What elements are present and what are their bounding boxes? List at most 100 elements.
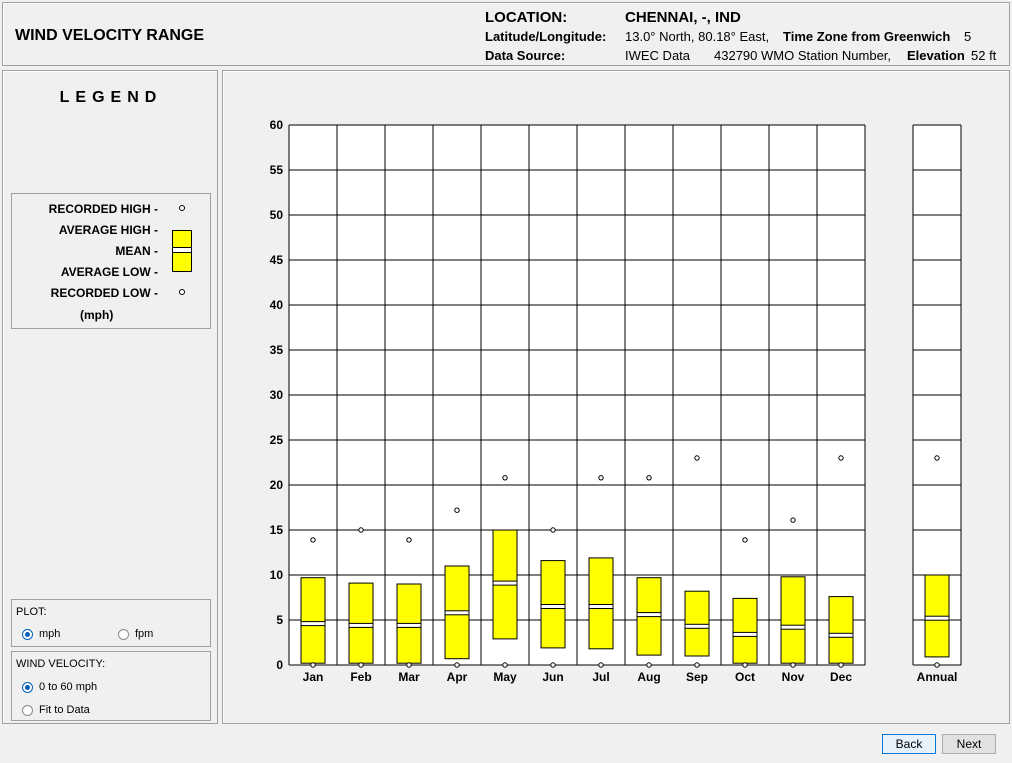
month-aug-recorded-low-point (646, 662, 652, 668)
month-jul-mean-bar (588, 604, 614, 609)
y-tick-label: 40 (270, 298, 284, 312)
month-may-recorded-low-point (502, 662, 508, 668)
radio-selected-icon (22, 628, 33, 640)
legend-title: LEGEND (59, 89, 163, 106)
latlong-value: 13.0° North, 80.18° East, (625, 29, 770, 44)
month-feb-recorded-high-point (358, 527, 364, 533)
wind-velocity-options-box: WIND VELOCITY: 0 to 60 mph Fit to Data (11, 651, 211, 721)
month-jan-range-box (300, 577, 326, 664)
x-tick-label: May (493, 670, 517, 684)
y-tick-label: 5 (276, 613, 283, 627)
wind-velocity-option-0-60-label: 0 to 60 mph (39, 681, 98, 693)
x-tick-label: Apr (447, 670, 468, 684)
month-oct-recorded-high-point (742, 537, 748, 543)
y-tick-label: 35 (270, 343, 284, 357)
wind-velocity-title: WIND VELOCITY: (16, 658, 106, 670)
month-jul-range-box (588, 557, 614, 650)
legend-recorded-high: RECORDED HIGH - (48, 202, 158, 216)
month-jun-mean-bar (540, 604, 566, 609)
x-tick-label: Sep (686, 670, 708, 684)
x-tick-label: Mar (398, 670, 420, 684)
x-tick-label: Aug (637, 670, 660, 684)
month-may-recorded-high-point (502, 475, 508, 481)
radio-unselected-icon (22, 704, 33, 716)
month-jun-recorded-low-point (550, 662, 556, 668)
month-oct-range-box (732, 597, 758, 664)
x-tick-label: Jul (592, 670, 609, 684)
timezone-label: Time Zone from Greenwich (783, 29, 951, 44)
x-tick-label: Dec (830, 670, 852, 684)
annual-recorded-low-point (934, 662, 940, 668)
y-tick-label: 20 (270, 478, 284, 492)
month-sep-range-box (684, 590, 710, 657)
y-tick-label: 0 (276, 658, 283, 672)
y-tick-label: 15 (270, 523, 284, 537)
elevation-label: Elevation (907, 48, 965, 63)
month-oct-recorded-low-point (742, 662, 748, 668)
source-value: IWEC Data (625, 48, 691, 63)
plot-options-box: PLOT: mph fpm (11, 599, 211, 647)
chart-panel: 0 5 10 15 20 25 30 35 40 45 50 55 60 Jan Feb Mar Apr May J… (222, 70, 1010, 724)
timezone-value: 5 (964, 29, 972, 44)
month-nov-mean-bar (780, 624, 806, 630)
month-dec-range-box (828, 596, 854, 664)
latlong-label: Latitude/Longitude: (485, 29, 607, 44)
month-nov-recorded-low-point (790, 662, 796, 668)
month-may-mean-bar (492, 580, 518, 586)
page-title: WIND VELOCITY RANGE (15, 27, 205, 44)
elevation-value: 52 ft (971, 48, 997, 63)
legend-units: (mph) (80, 308, 114, 322)
plot-option-mph-label: mph (39, 628, 61, 640)
month-mar-recorded-low-point (406, 662, 412, 668)
month-sep-mean-bar (684, 623, 710, 629)
month-sep-recorded-high-point (694, 455, 700, 461)
location-label: LOCATION: (485, 9, 568, 26)
y-tick-label: 25 (270, 433, 284, 447)
month-nov-recorded-high-point (790, 517, 796, 523)
month-feb-recorded-low-point (358, 662, 364, 668)
wind-velocity-radio-fit[interactable]: Fit to Data (22, 704, 90, 716)
month-jul-recorded-high-point (598, 475, 604, 481)
month-apr-recorded-high-point (454, 507, 460, 513)
month-aug-recorded-high-point (646, 475, 652, 481)
wind-velocity-radio-0-60[interactable]: 0 to 60 mph (22, 681, 97, 693)
y-tick-label: 10 (270, 568, 284, 582)
y-tick-label: 45 (270, 253, 284, 267)
radio-selected-icon (22, 681, 33, 693)
y-tick-label: 30 (270, 388, 284, 402)
sidebar-panel: LEGEND RECORDED HIGH - AVERAGE HIGH - ME… (2, 70, 218, 724)
month-apr-mean-bar (444, 610, 470, 616)
x-tick-label: Jun (542, 670, 563, 684)
recorded-low-marker-icon (179, 289, 185, 295)
legend-range-box-icon (172, 230, 192, 272)
month-oct-mean-bar (732, 631, 758, 637)
month-apr-recorded-low-point (454, 662, 460, 668)
month-jun-recorded-high-point (550, 527, 556, 533)
wind-velocity-option-fit-label: Fit to Data (39, 704, 90, 716)
plot-radio-fpm[interactable]: fpm (118, 628, 153, 640)
legend-average-high: AVERAGE HIGH - (58, 223, 158, 237)
next-button[interactable]: Next (942, 734, 996, 754)
x-tick-label: Nov (782, 670, 805, 684)
month-mar-recorded-high-point (406, 537, 412, 543)
back-button[interactable]: Back (882, 734, 936, 754)
y-tick-label: 50 (270, 208, 284, 222)
month-nov-range-box (780, 576, 806, 664)
radio-unselected-icon (118, 628, 129, 640)
wind-velocity-chart: 0 5 10 15 20 25 30 35 40 45 50 55 60 Jan Feb Mar Apr May J… (270, 118, 962, 684)
plot-radio-mph[interactable]: mph (22, 628, 60, 640)
legend-average-low: AVERAGE LOW - (60, 265, 158, 279)
month-jan-recorded-high-point (310, 537, 316, 543)
month-aug-mean-bar (636, 612, 662, 618)
month-dec-recorded-low-point (838, 662, 844, 668)
location-value: CHENNAI, -, IND (625, 9, 741, 26)
annual-recorded-high-point (934, 455, 940, 461)
plot-option-fpm-label: fpm (135, 628, 154, 640)
legend-recorded-low: RECORDED LOW - (50, 286, 158, 300)
month-dec-recorded-high-point (838, 455, 844, 461)
month-jul-recorded-low-point (598, 662, 604, 668)
annual-x-tick-label: Annual (917, 670, 958, 684)
legend-mean: MEAN - (115, 244, 158, 258)
header-panel: WIND VELOCITY RANGE LOCATION: CHENNAI, -… (2, 2, 1010, 66)
month-jan-recorded-low-point (310, 662, 316, 668)
